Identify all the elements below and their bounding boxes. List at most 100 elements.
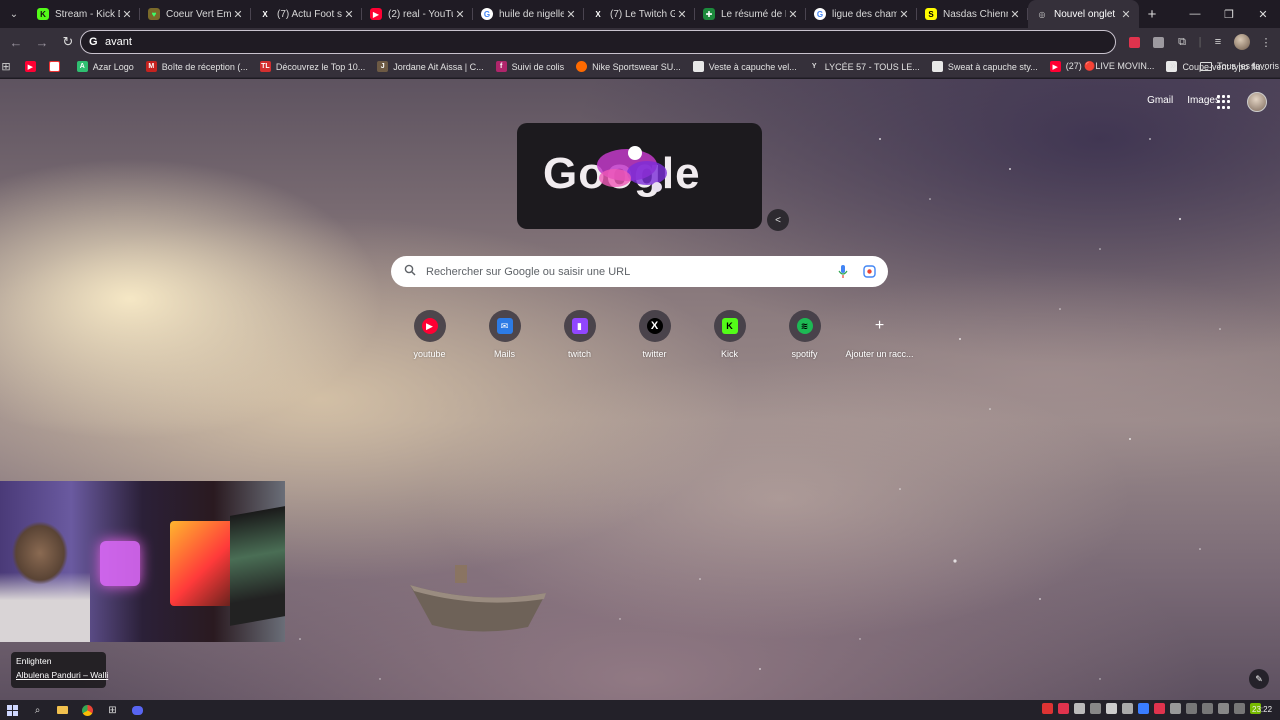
clock[interactable]: 23:22 [1252, 705, 1272, 714]
bookmark-youtube[interactable]: ▶ [24, 61, 41, 72]
close-icon[interactable]: ✕ [1119, 8, 1133, 21]
tab-list: K Stream - Kick Dash ✕ ♥ Coeur Vert Emoj… [29, 0, 1139, 28]
chrome-icon[interactable] [75, 700, 100, 720]
extensions-puzzle-icon[interactable]: ⧉ [1172, 32, 1192, 52]
apps-grid-icon[interactable]: ⊞ [0, 60, 12, 73]
bookmark-item[interactable]: Y LYCÉE 57 - TOUS LE... [809, 61, 920, 72]
tab-3[interactable]: ▶ (2) real - YouTube ✕ [362, 0, 473, 28]
tab-4[interactable]: G huile de nigelle - G ✕ [473, 0, 584, 28]
google-doodle[interactable]: Google [517, 123, 762, 229]
google-search-box[interactable]: Rechercher sur Google ou saisir une URL [391, 256, 888, 287]
wifi-tray-icon[interactable] [1170, 703, 1181, 714]
tab-7[interactable]: G ligue des champions ✕ [806, 0, 917, 28]
shortcut-twitch[interactable]: ▮ twitch [542, 310, 617, 359]
keyboard-tray-icon[interactable] [1234, 703, 1245, 714]
shortcut-youtube[interactable]: ▶ youtube [392, 310, 467, 359]
bookmark-item[interactable]: ▶ (27) 🔴LIVE MOVIN... [1049, 61, 1154, 72]
shortcut-kick[interactable]: K Kick [692, 310, 767, 359]
images-link[interactable]: Images [1187, 95, 1220, 106]
file-explorer-icon[interactable] [50, 700, 75, 720]
microphone-icon[interactable] [836, 264, 850, 279]
bookmark-label: Suivi de colis [511, 61, 565, 72]
all-bookmarks-folder[interactable]: Tous les favoris [1200, 61, 1279, 71]
bookmark-item[interactable]: M Boîte de réception (... [145, 61, 248, 72]
bookmark-blank[interactable] [48, 61, 65, 72]
bookmark-item[interactable]: Sweat à capuche sty... [931, 61, 1038, 72]
address-bar[interactable]: G avant [80, 30, 1116, 54]
tab-5[interactable]: X (7) Le Twitch Gamer ✕ [584, 0, 695, 28]
google-lens-icon[interactable] [862, 265, 876, 279]
steam-tray-icon[interactable] [1106, 703, 1117, 714]
display-tray-icon[interactable] [1186, 703, 1197, 714]
tab-1[interactable]: ♥ Coeur Vert Emoji ✕ [140, 0, 251, 28]
battery-tray-icon[interactable] [1202, 703, 1213, 714]
tab-9-active[interactable]: ◎ Nouvel onglet ✕ [1028, 0, 1139, 28]
kebab-menu-icon[interactable]: ⋮ [1256, 32, 1276, 52]
system-tray [1042, 703, 1261, 714]
customize-pencil-icon[interactable]: ✎ [1249, 669, 1269, 689]
close-icon[interactable]: ✕ [786, 8, 800, 21]
close-icon[interactable]: ✕ [675, 8, 689, 21]
image-icon [931, 61, 943, 72]
bookmark-item[interactable]: A Azar Logo [76, 61, 134, 72]
tab-6[interactable]: ✚ Le résumé de Bensl ✕ [695, 0, 806, 28]
close-icon[interactable]: ✕ [120, 8, 134, 21]
forward-arrow-icon[interactable]: → [30, 30, 54, 54]
tab-8[interactable]: S Nasdas Chiennete ✕ [917, 0, 1028, 28]
google-apps-icon[interactable] [1217, 95, 1231, 109]
app-grid-icon[interactable]: ⊞ [100, 700, 125, 720]
extension-red-icon[interactable] [1124, 32, 1144, 52]
close-window-icon[interactable]: ✕ [1246, 0, 1280, 28]
search-placeholder[interactable]: Rechercher sur Google ou saisir une URL [426, 266, 836, 278]
shortcut-label: twitter [642, 349, 667, 359]
restore-icon[interactable]: ❐ [1212, 0, 1246, 28]
volume-tray-icon[interactable] [1218, 703, 1229, 714]
tab-2[interactable]: X (7) Actu Foot sur X ✕ [251, 0, 362, 28]
bluetooth-tray-icon[interactable] [1138, 703, 1149, 714]
search-icon[interactable]: ⌕ [25, 700, 50, 720]
gmail-link[interactable]: Gmail [1147, 95, 1173, 106]
minimize-icon[interactable]: — [1178, 0, 1212, 28]
tab-0[interactable]: K Stream - Kick Dash ✕ [29, 0, 140, 28]
close-icon[interactable]: ✕ [231, 8, 245, 21]
app-tray-icon[interactable] [1154, 703, 1165, 714]
close-icon[interactable]: ✕ [564, 8, 578, 21]
image-icon [692, 61, 704, 72]
tab-favicon-icon: ✚ [703, 8, 715, 20]
tab-search-icon[interactable]: ⌄ [3, 3, 25, 25]
add-shortcut-button[interactable]: + Ajouter un racc... [842, 310, 917, 359]
address-bar-text[interactable]: avant [105, 36, 132, 48]
new-tab-plus-icon[interactable]: + [1139, 0, 1165, 28]
red-app-tray-icon[interactable] [1058, 703, 1069, 714]
bookmark-item[interactable]: TL Découvrez le Top 10... [259, 61, 365, 72]
shortcut-spotify[interactable]: ≋ spotify [767, 310, 842, 359]
shortcut-mails[interactable]: ✉ Mails [467, 310, 542, 359]
windows-start-icon[interactable] [0, 700, 25, 720]
parcel-icon: f [495, 61, 507, 72]
close-icon[interactable]: ✕ [342, 8, 356, 21]
bookmark-item[interactable]: J Jordane Ait Aissa | C... [377, 61, 484, 72]
tab-title: Le résumé de Bensl [721, 8, 786, 20]
game-tray-icon[interactable] [1074, 703, 1085, 714]
discord-icon[interactable] [125, 700, 150, 720]
reload-icon[interactable]: ↻ [56, 30, 80, 54]
x-twitter-icon: X [646, 318, 663, 334]
profile-avatar[interactable] [1232, 32, 1252, 52]
bookmark-item[interactable]: Nike Sportswear SU... [576, 61, 681, 72]
account-avatar[interactable] [1247, 92, 1267, 112]
shortcut-twitter[interactable]: X twitter [617, 310, 692, 359]
share-icon[interactable]: < [767, 209, 789, 231]
back-arrow-icon[interactable]: ← [4, 30, 28, 54]
shortcut-label: twitch [567, 349, 591, 359]
close-icon[interactable]: ✕ [897, 8, 911, 21]
extension-grey-icon[interactable] [1148, 32, 1168, 52]
microphone-tray-icon[interactable] [1042, 703, 1053, 714]
close-icon[interactable]: ✕ [453, 8, 467, 21]
media-control-icon[interactable]: ≡ [1208, 32, 1228, 52]
bookmark-item[interactable]: Veste à capuche vel... [692, 61, 797, 72]
close-icon[interactable]: ✕ [1008, 8, 1022, 21]
bookmark-item[interactable]: f Suivi de colis [495, 61, 565, 72]
chevron-tray-icon[interactable] [1090, 703, 1101, 714]
network-tray-icon[interactable] [1122, 703, 1133, 714]
chevron-double-right-icon[interactable]: » [1170, 60, 1176, 72]
